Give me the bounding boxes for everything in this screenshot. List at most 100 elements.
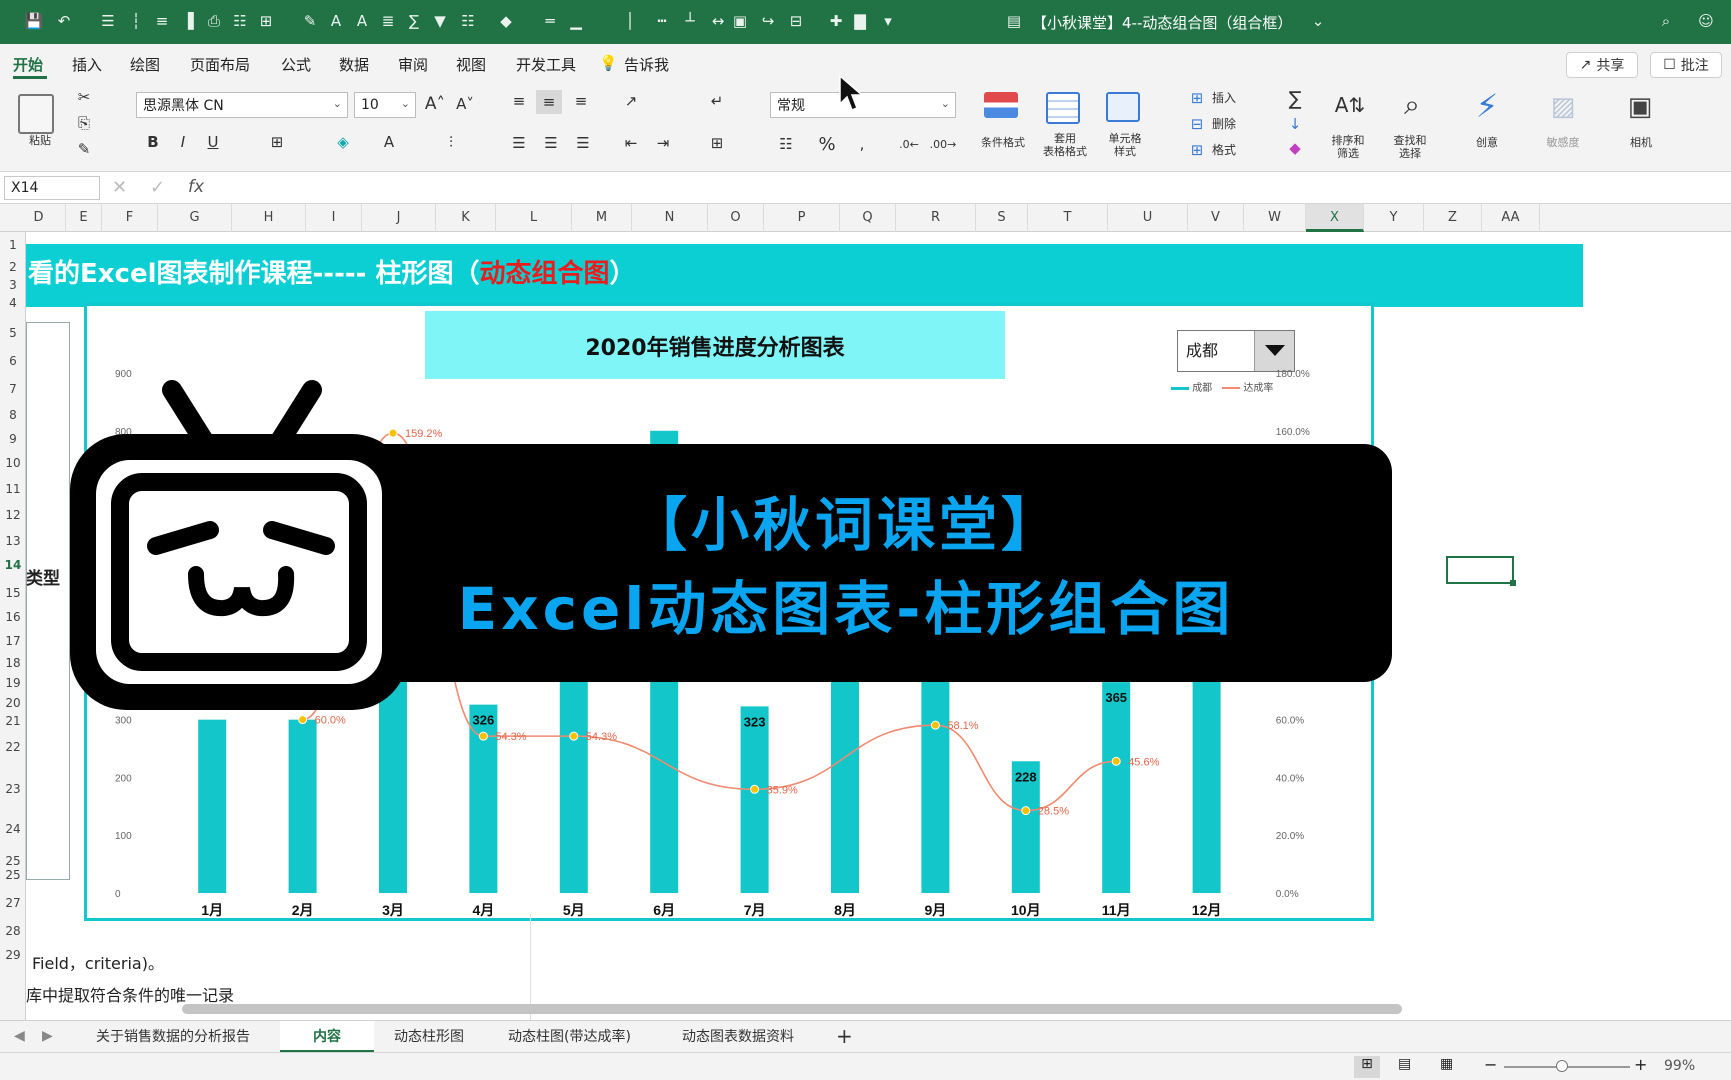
row-header-4[interactable]: 4 xyxy=(0,296,26,310)
column-header-e[interactable]: E xyxy=(66,204,102,232)
row-header-29[interactable]: 29 xyxy=(0,948,26,962)
page-break-view-icon[interactable]: ▦ xyxy=(1440,1056,1453,1072)
format-painter-brush-icon[interactable]: ✎ xyxy=(74,138,94,160)
row-header-22[interactable]: 22 xyxy=(0,740,26,754)
search-icon[interactable]: ⌕ xyxy=(1656,11,1676,31)
grow-font-icon[interactable]: A xyxy=(326,11,346,31)
copy-icon[interactable]: ⎘ xyxy=(74,112,94,134)
next-sheet-icon[interactable]: ▶ xyxy=(42,1028,53,1044)
delete-cells-label[interactable]: 删除 xyxy=(1212,118,1236,131)
increase-indent-icon[interactable]: ⇥ xyxy=(652,132,674,154)
formula-input[interactable] xyxy=(222,176,1702,200)
align-middle-icon[interactable]: ┅ xyxy=(652,11,672,31)
format-cells-icon[interactable]: ⊞ xyxy=(1186,140,1208,160)
add-sheet-icon[interactable]: ✚ xyxy=(826,11,846,31)
distribute-icon[interactable]: ▐ xyxy=(178,11,198,31)
zoom-out-icon[interactable]: − xyxy=(1484,1055,1497,1074)
merge-center-icon[interactable]: ⊞ xyxy=(706,132,728,154)
tab-page-layout[interactable]: 页面布局 xyxy=(190,54,250,75)
enter-icon[interactable]: ✓ xyxy=(150,177,165,198)
row-header-28[interactable]: 28 xyxy=(0,924,26,938)
chart-icon[interactable]: ▇ xyxy=(850,11,870,31)
autosum-icon[interactable]: ∑ xyxy=(1284,88,1306,110)
clear-icon[interactable]: ◆ xyxy=(1284,138,1306,158)
phonetic-icon[interactable]: ⫶ xyxy=(438,130,464,154)
align-bottom-button[interactable]: ≡ xyxy=(570,90,592,112)
row-header-1[interactable]: 1 xyxy=(0,238,26,252)
name-box[interactable]: X14 xyxy=(4,176,100,200)
column-header-u[interactable]: U xyxy=(1108,204,1188,232)
row-header-15[interactable]: 15 xyxy=(0,586,26,600)
comma-icon[interactable]: , xyxy=(852,132,872,156)
qat-more-icon[interactable]: ▾ xyxy=(878,11,898,31)
align-middle-button[interactable]: ≡ xyxy=(536,90,562,114)
sort-filter-icon[interactable]: A⇅ xyxy=(1330,88,1370,122)
currency-icon[interactable]: ☷ xyxy=(774,132,798,156)
tab-view[interactable]: 视图 xyxy=(456,54,486,75)
font-name-select[interactable]: 思源黑体 CN ⌄ xyxy=(136,92,348,118)
sheet-tab-dynamic-bar[interactable]: 动态柱形图 xyxy=(382,1021,476,1053)
cut-icon[interactable]: ✂ xyxy=(74,86,94,108)
page-layout-view-icon[interactable]: ▤ xyxy=(1398,1056,1411,1072)
column-header-p[interactable]: P xyxy=(764,204,840,232)
wrap-text-icon[interactable]: ↵ xyxy=(706,90,728,112)
column-header-k[interactable]: K xyxy=(436,204,496,232)
save-icon[interactable]: 💾 xyxy=(24,11,44,31)
orientation-icon[interactable]: ↗ xyxy=(620,90,642,112)
sheet-tab-data[interactable]: 动态图表数据资料 xyxy=(670,1021,806,1053)
fill-color-icon[interactable]: ◈ xyxy=(332,130,354,154)
align-bottom-icon[interactable]: ┴ xyxy=(680,11,700,31)
bold-button[interactable]: B xyxy=(144,130,162,154)
row-header-7[interactable]: 7 xyxy=(0,382,26,396)
format-painter-icon[interactable]: ☰ xyxy=(98,11,118,31)
align-center-button[interactable]: ☰ xyxy=(540,132,562,154)
column-header-l[interactable]: L xyxy=(496,204,572,232)
column-header-s[interactable]: S xyxy=(976,204,1028,232)
row-header-17[interactable]: 17 xyxy=(0,634,26,648)
row-header-21[interactable]: 21 xyxy=(0,714,26,728)
sheet-tab-dynamic-bar-rate[interactable]: 动态柱图(带达成率) xyxy=(496,1021,643,1053)
horizontal-scrollbar[interactable] xyxy=(182,1004,1402,1014)
tab-formulas[interactable]: 公式 xyxy=(281,54,311,75)
column-header-f[interactable]: F xyxy=(102,204,158,232)
sum-icon[interactable]: ∑ xyxy=(404,11,424,31)
shapes-icon[interactable]: ◆ xyxy=(496,11,516,31)
grid-icon[interactable]: ☷ xyxy=(458,11,478,31)
increase-font-icon[interactable]: A˄ xyxy=(424,92,446,116)
normal-view-icon[interactable]: ⊞ xyxy=(1354,1056,1380,1078)
increase-decimal-icon[interactable]: .0← xyxy=(896,132,922,156)
row-header-10[interactable]: 10 xyxy=(0,456,26,470)
column-header-x[interactable]: X xyxy=(1306,204,1364,232)
font-size-select[interactable]: 10 ⌄ xyxy=(354,92,416,118)
row-header-18[interactable]: 18 xyxy=(0,656,26,670)
row-header-16[interactable]: 16 xyxy=(0,610,26,624)
tab-review[interactable]: 审阅 xyxy=(398,54,428,75)
align-right-icon[interactable]: ☰ xyxy=(572,132,594,154)
zoom-level[interactable]: 99% xyxy=(1664,1058,1695,1074)
add-sheet-button[interactable]: + xyxy=(836,1024,853,1048)
align-top-icon[interactable]: ≡ xyxy=(508,90,530,112)
underline-button[interactable]: U xyxy=(204,130,222,154)
row-header-8[interactable]: 8 xyxy=(0,408,26,422)
comment-button[interactable]: ☐ 批注 xyxy=(1650,52,1722,78)
cell-styles-icon[interactable] xyxy=(1106,92,1140,122)
column-header-g[interactable]: G xyxy=(158,204,232,232)
borders-icon[interactable]: ⊞ xyxy=(266,130,288,154)
tab-draw[interactable]: 绘图 xyxy=(130,54,160,75)
column-header-z[interactable]: Z xyxy=(1424,204,1482,232)
font-color-icon[interactable]: A xyxy=(378,130,400,154)
column-header-aa[interactable]: AA xyxy=(1482,204,1540,232)
row-header-12[interactable]: 12 xyxy=(0,508,26,522)
title-dropdown-icon[interactable]: ⌄ xyxy=(1308,11,1328,31)
column-header-q[interactable]: Q xyxy=(840,204,896,232)
camera-icon[interactable]: ▣ xyxy=(1620,88,1660,126)
lines-icon[interactable]: ≣ xyxy=(378,11,398,31)
row-header-13[interactable]: 13 xyxy=(0,534,26,548)
zoom-slider-thumb[interactable] xyxy=(1556,1060,1568,1072)
sensitivity-icon[interactable]: ▨ xyxy=(1546,88,1580,126)
delete-cells-icon[interactable]: ⊟ xyxy=(1186,114,1208,134)
insert-cells-icon[interactable]: ⊞ xyxy=(1186,88,1208,108)
row-header-23[interactable]: 23 xyxy=(0,782,26,796)
row-header-19[interactable]: 19 xyxy=(0,676,26,690)
tell-me[interactable]: 告诉我 xyxy=(624,54,669,75)
